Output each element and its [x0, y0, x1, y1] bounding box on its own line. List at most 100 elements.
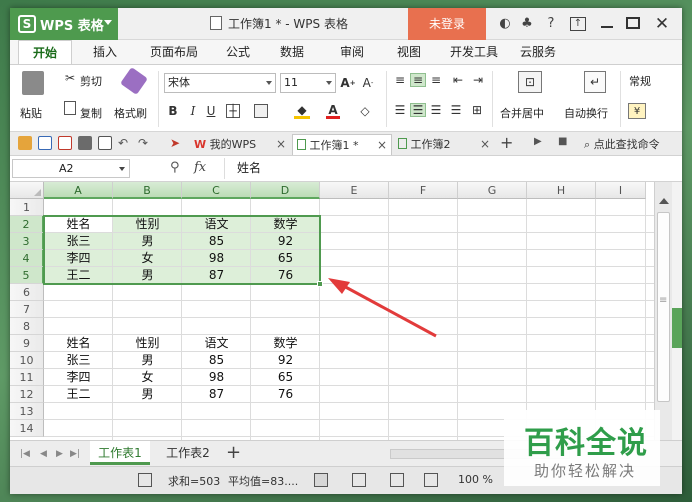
- wrap-text-icon[interactable]: ↵: [584, 71, 606, 93]
- column-header-i[interactable]: I: [596, 182, 646, 199]
- doc-tab-my-wps[interactable]: W 我的WPS ×: [190, 134, 290, 155]
- first-sheet-icon[interactable]: |◀: [20, 449, 30, 459]
- formula-input[interactable]: 姓名: [224, 158, 678, 179]
- print-icon[interactable]: [78, 136, 92, 150]
- tab-page-layout[interactable]: 页面布局: [138, 40, 210, 64]
- font-size-select[interactable]: 11: [280, 73, 336, 93]
- cell-c11[interactable]: 98: [182, 369, 251, 386]
- shirt-icon[interactable]: ♣: [518, 16, 536, 32]
- align-top-icon[interactable]: ≡: [392, 73, 408, 87]
- column-header-b[interactable]: B: [113, 182, 182, 199]
- login-button[interactable]: 未登录: [408, 8, 486, 40]
- distribute-icon[interactable]: ⊞: [468, 103, 486, 117]
- app-menu-button[interactable]: S WPS 表格: [10, 8, 118, 40]
- row-header-4[interactable]: 4: [10, 250, 44, 267]
- prev-sheet-icon[interactable]: ◀: [40, 449, 47, 459]
- fill-color-icon[interactable]: ◆: [294, 103, 310, 119]
- align-center-icon[interactable]: ☰: [410, 103, 426, 117]
- row-header-8[interactable]: 8: [10, 318, 44, 335]
- cell-d12[interactable]: 76: [251, 386, 320, 403]
- tab-insert[interactable]: 插入: [80, 40, 130, 64]
- row-header-3[interactable]: 3: [10, 233, 44, 250]
- fill-handle[interactable]: [317, 281, 323, 287]
- cell-c9[interactable]: 语文: [182, 335, 251, 352]
- skin-icon[interactable]: ◐: [496, 16, 514, 32]
- cell-d10[interactable]: 92: [251, 352, 320, 369]
- cell-b11[interactable]: 女: [113, 369, 182, 386]
- redo-icon[interactable]: ↷: [138, 136, 152, 150]
- indent-increase-icon[interactable]: ⇥: [470, 73, 486, 87]
- command-search[interactable]: ⌕ 点此查找命令: [580, 134, 680, 155]
- vertical-scrollbar[interactable]: [654, 182, 672, 440]
- row-header-7[interactable]: 7: [10, 301, 44, 318]
- next-sheet-icon[interactable]: ▶: [56, 449, 63, 459]
- spreadsheet-grid[interactable]: A B C D E F G H I 1 2 姓名 性别 语文 数学 3 张三男 85 92 4 李四女 98 65 5 王二男 8…: [10, 182, 654, 440]
- align-right-icon[interactable]: ☰: [428, 103, 444, 117]
- row-header-13[interactable]: 13: [10, 403, 44, 420]
- undo-icon[interactable]: ↶: [118, 136, 132, 150]
- cell-c10[interactable]: 85: [182, 352, 251, 369]
- cell-b12[interactable]: 男: [113, 386, 182, 403]
- cell-c12[interactable]: 87: [182, 386, 251, 403]
- open-folder-icon[interactable]: [18, 136, 32, 150]
- format-painter-button[interactable]: 格式刷: [114, 105, 147, 121]
- bold-button[interactable]: B: [166, 103, 180, 119]
- sheet-tab-1[interactable]: 工作表1: [90, 441, 150, 465]
- format-painter-icon[interactable]: [120, 67, 148, 95]
- column-header-h[interactable]: H: [527, 182, 596, 199]
- justify-icon[interactable]: ☰: [448, 103, 464, 117]
- font-color-icon[interactable]: A: [326, 103, 340, 119]
- maximize-button[interactable]: [626, 17, 640, 29]
- close-icon[interactable]: ×: [377, 135, 387, 156]
- tab-start[interactable]: 开始: [18, 40, 72, 64]
- name-box[interactable]: A2: [12, 159, 130, 178]
- pin-icon[interactable]: ➤: [170, 136, 184, 150]
- row-header-11[interactable]: 11: [10, 369, 44, 386]
- cell-d11[interactable]: 65: [251, 369, 320, 386]
- cell-a9[interactable]: 姓名: [44, 335, 113, 352]
- tab-view[interactable]: 视图: [384, 40, 434, 64]
- column-header-e[interactable]: E: [320, 182, 389, 199]
- insert-function-button[interactable]: fx: [194, 160, 206, 175]
- merge-center-button[interactable]: 合并居中: [500, 105, 544, 121]
- help-icon[interactable]: ?: [542, 16, 560, 32]
- decrease-font-icon[interactable]: A-: [360, 75, 376, 91]
- row-header-1[interactable]: 1: [10, 199, 44, 216]
- cell-d9[interactable]: 数学: [251, 335, 320, 352]
- window-mode-icon[interactable]: ■: [558, 136, 572, 150]
- currency-icon[interactable]: ¥: [628, 103, 646, 119]
- font-name-select[interactable]: 宋体: [164, 73, 276, 93]
- new-tab-plus-icon[interactable]: +: [500, 135, 514, 151]
- clear-format-icon[interactable]: ◇: [358, 103, 372, 119]
- align-middle-icon[interactable]: ≡: [410, 73, 426, 87]
- tab-data[interactable]: 数据: [266, 40, 318, 64]
- zoom-search-icon[interactable]: ⚲: [170, 160, 180, 175]
- row-header-10[interactable]: 10: [10, 352, 44, 369]
- italic-button[interactable]: I: [186, 103, 200, 119]
- add-sheet-plus-icon[interactable]: +: [226, 443, 241, 463]
- fill-grid-icon[interactable]: [254, 104, 268, 118]
- tab-developer[interactable]: 开发工具: [438, 40, 510, 64]
- cell-a11[interactable]: 李四: [44, 369, 113, 386]
- paste-icon[interactable]: [22, 71, 44, 95]
- last-sheet-icon[interactable]: ▶|: [70, 449, 80, 459]
- column-header-f[interactable]: F: [389, 182, 458, 199]
- scroll-up-icon[interactable]: [659, 198, 669, 204]
- merge-center-icon[interactable]: ⊡: [518, 71, 542, 93]
- underline-button[interactable]: U: [204, 103, 218, 119]
- close-icon[interactable]: ×: [480, 134, 490, 155]
- sheet-tab-2[interactable]: 工作表2: [156, 441, 220, 465]
- scroll-thumb[interactable]: [657, 212, 670, 402]
- side-panel-toggle[interactable]: [672, 308, 682, 348]
- indent-decrease-icon[interactable]: ⇤: [450, 73, 466, 87]
- wrap-text-button[interactable]: 自动换行: [564, 105, 608, 121]
- row-header-12[interactable]: 12: [10, 386, 44, 403]
- tab-formulas[interactable]: 公式: [214, 40, 262, 64]
- normal-view-icon[interactable]: [314, 473, 328, 487]
- cell-a12[interactable]: 王二: [44, 386, 113, 403]
- row-header-9[interactable]: 9: [10, 335, 44, 352]
- page-break-view-icon[interactable]: [390, 473, 404, 487]
- macro-record-icon[interactable]: [138, 473, 152, 487]
- print-preview-icon[interactable]: [98, 136, 112, 150]
- column-header-c[interactable]: C: [182, 182, 251, 199]
